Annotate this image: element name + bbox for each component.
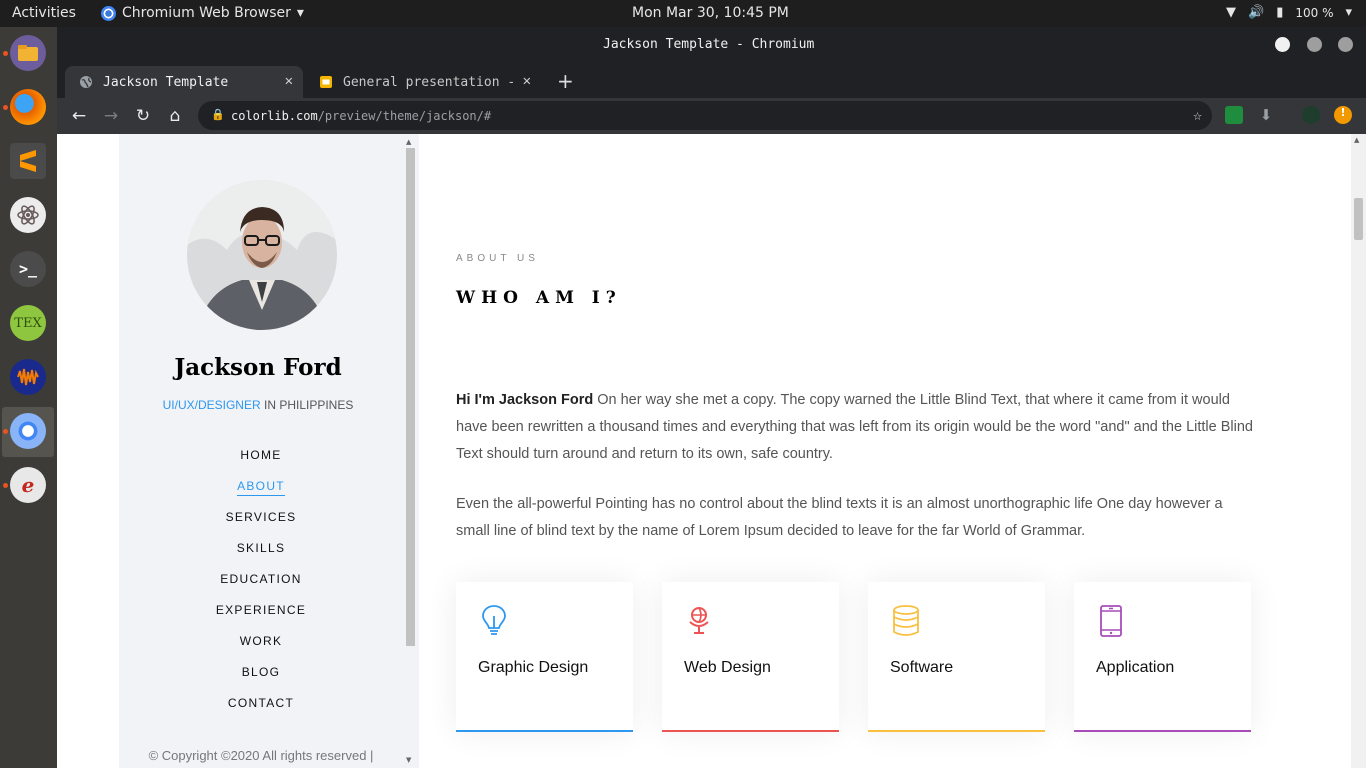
- system-top-bar: Activities Chromium Web Browser ▾ Mon Ma…: [0, 0, 1366, 27]
- tab-close-icon[interactable]: ✕: [523, 73, 531, 89]
- files-icon[interactable]: [10, 35, 46, 71]
- sidebar: Jackson Ford UI/UX/DESIGNER IN PHILIPPIN…: [119, 134, 419, 768]
- audacity-icon[interactable]: [10, 359, 46, 395]
- tab-label: Jackson Template: [103, 74, 229, 90]
- nav-experience[interactable]: EXPERIENCE: [119, 595, 403, 626]
- service-card-software[interactable]: Software: [868, 582, 1045, 732]
- nav-work[interactable]: WORK: [119, 626, 403, 657]
- battery-percent: 100 %: [1295, 5, 1334, 20]
- chevron-down-icon: ▾: [296, 5, 304, 21]
- scroll-up-icon[interactable]: ▲: [1354, 136, 1359, 144]
- activities-button[interactable]: Activities: [12, 5, 76, 21]
- running-indicator: [3, 429, 8, 434]
- sublime-text-icon[interactable]: [10, 143, 46, 179]
- service-card-graphic-design[interactable]: Graphic Design: [456, 582, 633, 732]
- scroll-up-icon[interactable]: ▲: [406, 138, 411, 146]
- lightbulb-icon: [482, 605, 506, 635]
- volume-icon: 🔊: [1248, 5, 1265, 20]
- battery-icon: ▮: [1276, 5, 1284, 20]
- chromium-icon: [101, 5, 116, 21]
- window-title-bar[interactable]: Jackson Template - Chromium: [57, 27, 1366, 63]
- app-menu-label: Chromium Web Browser: [122, 5, 291, 21]
- nav-about[interactable]: ABOUT: [119, 471, 403, 502]
- slides-favicon-icon: [320, 76, 332, 88]
- vpn-extension-icon[interactable]: [1302, 106, 1320, 124]
- system-tray[interactable]: ▼ 🔊 ▮ 100 % ▾: [1226, 5, 1352, 20]
- nav-skills[interactable]: SKILLS: [119, 533, 403, 564]
- texmaker-icon[interactable]: TEX: [10, 305, 46, 341]
- profile-role: UI/UX/DESIGNER IN PHILIPPINES: [119, 398, 397, 412]
- firefox-icon[interactable]: [10, 89, 46, 125]
- home-icon[interactable]: ⌂: [163, 104, 187, 128]
- bookmark-star-icon[interactable]: ☆: [1193, 106, 1202, 124]
- dock: >_ TEX e: [0, 27, 57, 768]
- database-icon: [893, 605, 919, 636]
- avatar: [187, 180, 337, 330]
- role-location: IN PHILIPPINES: [263, 398, 354, 412]
- services-cards: Graphic Design Web Design Software Appli…: [456, 582, 1256, 732]
- reload-icon[interactable]: ↻: [131, 104, 155, 128]
- window-title: Jackson Template - Chromium: [603, 37, 815, 52]
- terminal-icon[interactable]: >_: [10, 251, 46, 287]
- copyright: © Copyright ©2020 All rights reserved |: [148, 748, 374, 763]
- tab-jackson-template[interactable]: Jackson Template ✕: [65, 66, 303, 98]
- about-section: ABOUT US WHO AM I? Hi I'm Jackson Ford O…: [456, 134, 1296, 768]
- minimize-button[interactable]: [1275, 37, 1290, 52]
- role-title[interactable]: UI/UX/DESIGNER: [163, 398, 261, 412]
- page-scroll-thumb[interactable]: [1354, 198, 1363, 240]
- new-tab-button[interactable]: +: [557, 69, 574, 93]
- tab-label: General presentation -: [343, 74, 516, 90]
- evince-icon[interactable]: e: [10, 467, 46, 503]
- scroll-down-icon[interactable]: ▼: [406, 756, 411, 764]
- power-menu-icon: ▾: [1345, 5, 1352, 20]
- sidebar-nav: HOME ABOUT SERVICES SKILLS EDUCATION EXP…: [119, 440, 403, 719]
- forward-arrow-icon[interactable]: →: [99, 104, 123, 128]
- globe-icon: [689, 607, 709, 634]
- chromium-dock-icon[interactable]: [10, 413, 46, 449]
- tab-close-icon[interactable]: ✕: [285, 73, 293, 89]
- app-menu[interactable]: Chromium Web Browser ▾: [101, 5, 304, 21]
- running-indicator: [3, 51, 8, 56]
- nav-services[interactable]: SERVICES: [119, 502, 403, 533]
- profile-name: Jackson Ford: [174, 354, 342, 381]
- globe-favicon-icon: [80, 76, 92, 88]
- maximize-button[interactable]: [1307, 37, 1322, 52]
- back-arrow-icon[interactable]: ←: [67, 104, 91, 128]
- sidebar-scrollbar[interactable]: ▲ ▼: [405, 138, 415, 768]
- tab-general-presentation[interactable]: General presentation - ✕: [305, 66, 541, 98]
- running-indicator: [3, 105, 8, 110]
- update-available-icon[interactable]: !: [1334, 106, 1352, 124]
- page-scrollbar[interactable]: ▲: [1351, 134, 1366, 768]
- service-card-web-design[interactable]: Web Design: [662, 582, 839, 732]
- address-bar[interactable]: 🔒 colorlib.com/preview/theme/jackson/# ☆: [198, 101, 1212, 130]
- clock[interactable]: Mon Mar 30, 10:45 PM: [632, 5, 789, 21]
- tab-strip: Jackson Template ✕ General presentation …: [57, 63, 1366, 98]
- lock-icon: 🔒: [211, 108, 225, 121]
- atom-icon[interactable]: [10, 197, 46, 233]
- section-eyebrow: ABOUT US: [456, 253, 539, 264]
- about-paragraph-2: Even the all-powerful Pointing has no co…: [456, 496, 1223, 539]
- nav-contact[interactable]: CONTACT: [119, 688, 403, 719]
- nav-home[interactable]: HOME: [119, 440, 403, 471]
- nav-blog[interactable]: BLOG: [119, 657, 403, 688]
- running-indicator: [3, 483, 8, 488]
- cast-extension-icon[interactable]: [1225, 106, 1243, 124]
- browser-toolbar: ← → ↻ ⌂ 🔒 colorlib.com/preview/theme/jac…: [57, 98, 1366, 134]
- service-card-application[interactable]: Application: [1074, 582, 1251, 732]
- download-extension-icon[interactable]: ⬇: [1257, 106, 1275, 124]
- nav-education[interactable]: EDUCATION: [119, 564, 403, 595]
- page-viewport: Jackson Ford UI/UX/DESIGNER IN PHILIPPIN…: [57, 134, 1366, 768]
- url-text: colorlib.com/preview/theme/jackson/#: [231, 109, 492, 123]
- sidebar-scroll-thumb[interactable]: [406, 148, 415, 646]
- tablet-icon: [1100, 605, 1122, 637]
- close-window-button[interactable]: [1338, 37, 1353, 52]
- section-heading: WHO AM I?: [456, 288, 622, 308]
- wifi-icon: ▼: [1226, 5, 1236, 20]
- about-paragraph-1: Hi I'm Jackson Ford On her way she met a…: [456, 392, 1253, 462]
